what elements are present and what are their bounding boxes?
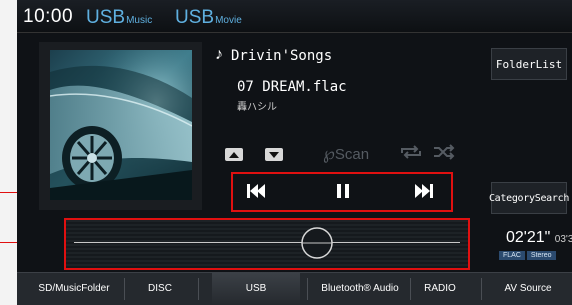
tab-usb-movie[interactable]: USBMovie: [175, 7, 242, 29]
header-divider: [17, 32, 572, 33]
folder-list-button[interactable]: FolderList: [491, 48, 567, 80]
music-note-icon: ♪: [215, 46, 223, 63]
time-display: 02'21" 03'39": [506, 229, 572, 247]
skip-back-icon: [247, 184, 265, 198]
source-divider: [481, 278, 482, 300]
source-divider: [307, 278, 308, 300]
next-track-button[interactable]: [414, 182, 434, 205]
arrow-up-icon: [229, 151, 239, 158]
artist-name: 轟ハシル: [237, 102, 277, 113]
status-header: 10:00 USBMusic USBMovie: [17, 0, 572, 32]
seek-highlight: [64, 218, 470, 270]
album-title: Drivin'Songs: [231, 48, 333, 64]
source-av-source[interactable]: AV Source: [489, 272, 567, 305]
track-title: 07 DREAM.flac: [237, 79, 347, 95]
album-artwork: [50, 50, 192, 200]
format-badges: FLAC Stereo: [499, 251, 556, 260]
codec-badge: FLAC: [499, 251, 525, 260]
scan-button[interactable]: ℘Scan: [323, 144, 369, 164]
arrow-down-icon: [269, 151, 279, 158]
source-usb[interactable]: USB: [212, 272, 300, 305]
head-unit-screen: 10:00 USBMusic USBMovie ♪ Drivin'Songs 0…: [17, 0, 572, 305]
source-divider: [198, 278, 199, 300]
scan-icon: ℘: [323, 144, 335, 163]
channel-badge: Stereo: [526, 251, 556, 260]
source-disc[interactable]: DISC: [131, 272, 189, 305]
source-divider: [124, 278, 125, 300]
pause-icon: [337, 184, 349, 198]
previous-track-button[interactable]: [246, 182, 266, 205]
source-bluetooth-audio[interactable]: Bluetooth® Audio: [317, 272, 403, 305]
source-divider: [410, 278, 411, 300]
skip-forward-icon: [415, 184, 433, 198]
repeat-icon[interactable]: [399, 144, 423, 165]
tab-usb-music[interactable]: USBMusic: [86, 7, 152, 29]
pause-button[interactable]: [335, 182, 351, 205]
source-radio[interactable]: RADIO: [415, 272, 465, 305]
total-time: 03'39": [554, 234, 572, 245]
shuffle-icon[interactable]: [432, 144, 456, 165]
folder-down-button[interactable]: [265, 148, 283, 161]
clock: 10:00: [23, 6, 74, 27]
category-search-button[interactable]: CategorySearch: [489, 182, 569, 214]
elapsed-time: 02'21": [506, 229, 551, 246]
folder-up-button[interactable]: [225, 148, 243, 161]
source-sd-music-folder[interactable]: SD/MusicFolder: [31, 272, 117, 305]
